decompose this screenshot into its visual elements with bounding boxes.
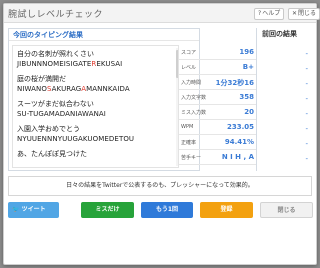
previous-value: - — [305, 65, 308, 73]
stat-row-misses: ミス入力数 20 — [179, 106, 257, 120]
typed-line-romaji: SU-TUGAMADANIAWANAI — [17, 110, 106, 118]
register-button[interactable]: 登録 — [200, 202, 253, 218]
typed-line-jp: 入園入学おめでとう — [17, 125, 80, 133]
close-button[interactable]: 閉じる — [260, 202, 313, 218]
stat-row-accuracy: 正確率 94.41% — [179, 136, 257, 150]
previous-value: - — [305, 50, 308, 58]
question-icon: ? — [258, 10, 262, 17]
stat-label: 入力時間 — [181, 80, 202, 86]
stat-row-chars: 入力文字数 358 — [179, 91, 257, 105]
typed-line-jp: 自分の名刺が照れくさい — [17, 50, 94, 58]
result-dialog: 腕試しレベルチェック ?ヘルプ ✕閉じる 今回のタイピング結果 自分の名刺が照れ… — [3, 3, 320, 265]
previous-value: - — [305, 95, 308, 103]
dialog-title: 腕試しレベルチェック — [8, 10, 104, 20]
tip-message: 日々の結果をTwitterで公表するのも、プレッシャーになって効果的。 — [8, 176, 312, 196]
mistakes-only-button[interactable]: ミスだけ — [81, 202, 134, 218]
stat-row-score: スコア 196 — [179, 46, 257, 60]
typed-chars: MANNKAIDA — [86, 85, 130, 93]
typed-line-jp: あ、たんぽぽ見つけた — [17, 150, 87, 158]
typed-line-romaji: NYUUENNNYUUGAKUOMEDETOU — [17, 135, 134, 143]
previous-title: 前回の結果 — [262, 30, 297, 38]
stat-row-level: レベル B+ — [179, 61, 257, 75]
typed-line-romaji: NIWANOSAKURAGAMANNKAIDA — [17, 85, 130, 93]
close-window-label: 閉じる — [298, 10, 317, 17]
stat-row-time: 入力時間 1分32秒16 — [179, 76, 257, 90]
stat-label: 苦手キー — [181, 155, 202, 161]
stat-value: 358 — [239, 93, 254, 101]
typed-line-romaji: JIBUNNNOMEISIGATEREKUSAI — [17, 60, 122, 68]
stat-value: N I H , A — [221, 153, 254, 161]
tweet-button[interactable]: 🐦 ツイート — [8, 202, 59, 218]
previous-result-panel: 前回の結果 - - - - - - - - — [256, 28, 314, 171]
stat-label: WPM — [181, 124, 194, 130]
stat-value: 233.05 — [226, 123, 254, 131]
typing-section-title: 今回のタイピング結果 — [9, 29, 199, 41]
previous-value: - — [305, 80, 308, 88]
twitter-icon: 🐦 — [12, 206, 20, 213]
stat-value: 196 — [239, 48, 254, 56]
retry-button[interactable]: もう1回 — [141, 202, 193, 218]
stat-value: 94.41% — [224, 138, 254, 146]
help-button[interactable]: ?ヘルプ — [254, 8, 285, 20]
typed-chars: JIBUNNNOMEISIGATE — [17, 60, 92, 68]
typed-chars: EKUSAI — [96, 60, 123, 68]
help-label: ヘルプ — [262, 10, 281, 17]
previous-value: - — [305, 155, 308, 163]
typed-line-jp: スーツがまだ似合わない — [17, 100, 94, 108]
previous-value: - — [305, 125, 308, 133]
close-window-button[interactable]: ✕閉じる — [288, 8, 320, 20]
stat-row-wpm: WPM 233.05 — [179, 121, 257, 135]
stat-value: B+ — [242, 63, 254, 71]
close-icon: ✕ — [292, 10, 298, 17]
previous-value: - — [305, 110, 308, 118]
stat-label: スコア — [181, 50, 197, 56]
previous-value: - — [305, 140, 308, 148]
typed-chars: NYUUENNNYUUGAKUOMEDETOU — [17, 135, 135, 143]
typed-text-list: 自分の名刺が照れくさい JIBUNNNOMEISIGATEREKUSAI 庭の桜… — [12, 45, 179, 168]
typed-line-jp: 庭の桜が満開だ — [17, 75, 66, 83]
typed-chars: SU-TUGAMADANIAWANAI — [17, 110, 106, 118]
typed-chars: NIWANO — [17, 85, 47, 93]
typing-result-panel: 今回のタイピング結果 自分の名刺が照れくさい JIBUNNNOMEISIGATE… — [8, 28, 200, 171]
stat-label: 正確率 — [181, 140, 197, 146]
typed-chars: AKURAG — [51, 85, 82, 93]
stat-value: 1分32秒16 — [215, 79, 254, 87]
stat-label: ミス入力数 — [181, 110, 207, 116]
stat-row-weak-keys: 苦手キー N I H , A — [179, 151, 257, 165]
dialog-titlebar: 腕試しレベルチェック ?ヘルプ ✕閉じる — [4, 4, 320, 23]
tweet-label: ツイート — [21, 206, 46, 213]
stat-label: 入力文字数 — [181, 95, 207, 101]
stat-value: 20 — [244, 108, 254, 116]
stat-label: レベル — [181, 65, 197, 71]
